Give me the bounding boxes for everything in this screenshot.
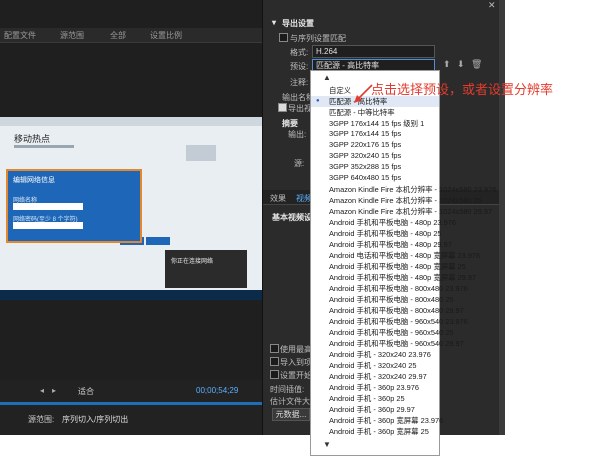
- start-time-checkbox[interactable]: [270, 370, 279, 379]
- match-sequence-checkbox[interactable]: [279, 33, 288, 42]
- fit-select[interactable]: 适合: [78, 386, 94, 397]
- format-select[interactable]: H.264: [312, 45, 435, 58]
- cancel-button-bg: [146, 237, 170, 245]
- toolbar-item[interactable]: 设置比例: [150, 30, 182, 41]
- preset-option[interactable]: 3GPP 352x288 15 fps: [329, 162, 401, 171]
- preset-option[interactable]: Android 手机 - 320x240 29.97: [329, 371, 427, 382]
- preset-option[interactable]: Android 电话和平板电脑 - 480p 宽屏幕 23.976: [329, 250, 480, 261]
- output-summary-label: 输出:: [288, 130, 307, 139]
- basic-video-heading: 基本视频设: [272, 213, 312, 222]
- preset-option[interactable]: Android 手机和平板电脑 - 800x480 23.976: [329, 283, 468, 294]
- import-preset-icon[interactable]: ⬇: [457, 59, 465, 70]
- preset-option[interactable]: 3GPP 320x240 15 fps: [329, 151, 401, 160]
- taskbar: [0, 290, 262, 300]
- scroll-down-icon[interactable]: ▼: [323, 440, 331, 449]
- toolbar-item[interactable]: 源范围: [60, 30, 84, 41]
- preset-option[interactable]: Android 手机 - 320x240 23.976: [329, 349, 431, 360]
- preset-option[interactable]: Android 手机 - 360p 25: [329, 393, 405, 404]
- comments-label: 注释:: [290, 78, 309, 87]
- preview-toolbar: 配置文件 源范围 全部 设置比例: [0, 28, 262, 43]
- preset-option[interactable]: Android 手机和平板电脑 - 480p 29.97: [329, 239, 452, 250]
- preview-page-title: 移动热点: [14, 134, 51, 144]
- network-password-input[interactable]: [13, 222, 83, 229]
- toolbar-item[interactable]: 配置文件: [4, 30, 36, 41]
- preset-option[interactable]: Android 手机和平板电脑 - 960x540 25: [329, 327, 453, 338]
- tab-effects[interactable]: 效果: [270, 193, 286, 204]
- save-preset-icon[interactable]: ⬆: [443, 59, 451, 70]
- export-settings-heading: 导出设置: [282, 19, 314, 28]
- max-render-checkbox[interactable]: [270, 344, 279, 353]
- preset-option[interactable]: Android 手机和平板电脑 - 960x540 29.97: [329, 338, 464, 349]
- preset-option[interactable]: Android 手机 - 320x240 25: [329, 360, 417, 371]
- timeline-bar[interactable]: [0, 402, 262, 405]
- preset-option[interactable]: Android 手机 - 360p 宽屏幕 25: [329, 426, 429, 437]
- source-summary-label: 源:: [294, 159, 305, 168]
- source-range-select[interactable]: 序列切入/序列切出: [62, 414, 128, 425]
- import-project-checkbox[interactable]: [270, 357, 279, 366]
- match-sequence-label: 与序列设置匹配: [290, 34, 346, 43]
- preset-option[interactable]: 3GPP 176x144 15 fps 级别 1: [329, 118, 424, 129]
- close-icon[interactable]: ✕: [488, 0, 498, 10]
- preset-option[interactable]: Android 手机和平板电脑 - 480p 宽屏幕 25: [329, 261, 466, 272]
- scroll-up-icon[interactable]: ▲: [323, 73, 331, 82]
- collapse-arrow-icon[interactable]: ▾: [272, 18, 276, 27]
- delete-preset-icon[interactable]: 🗑: [471, 59, 482, 70]
- preset-option[interactable]: 3GPP 176x144 15 fps: [329, 129, 401, 138]
- preset-option[interactable]: Android 手机和平板电脑 - 800x480 25: [329, 294, 453, 305]
- format-label: 格式:: [290, 48, 309, 57]
- metadata-button[interactable]: 元数据...: [272, 408, 310, 421]
- preset-option[interactable]: 3GPP 640x480 15 fps: [329, 173, 401, 182]
- preset-option[interactable]: 自定义: [329, 85, 351, 96]
- annotation-text: 点击选择预设，或者设置分辨率: [371, 82, 554, 97]
- next-marker-icon[interactable]: ▸: [52, 386, 56, 395]
- export-video-checkbox[interactable]: [278, 103, 287, 112]
- scrollbar[interactable]: [499, 0, 505, 435]
- time-interpolation-label: 时间插值:: [270, 385, 305, 394]
- dialog-title: 编辑网络信息: [13, 177, 55, 184]
- preset-option[interactable]: Amazon Kindle Fire 本机分辨率 - 1024x580 25: [329, 195, 482, 206]
- preset-label: 预设:: [290, 62, 309, 71]
- source-range-label: 源范围:: [28, 415, 55, 424]
- prev-marker-icon[interactable]: ◂: [40, 386, 44, 395]
- annotation-arrow: [354, 84, 373, 103]
- preset-option[interactable]: Amazon Kindle Fire 本机分辨率 - 1024x580 29.9…: [329, 206, 492, 217]
- edit-network-dialog: 编辑网络信息 网络名称 网络密码(至少 8 个字符): [6, 169, 142, 243]
- preset-option[interactable]: Android 手机和平板电脑 - 480p 23.976: [329, 217, 456, 228]
- preset-option[interactable]: Android 手机和平板电脑 - 480p 25: [329, 228, 442, 239]
- preset-option[interactable]: 3GPP 220x176 15 fps: [329, 140, 401, 149]
- preset-option[interactable]: Android 手机 - 360p 宽屏幕 23.976: [329, 415, 443, 426]
- timecode: 00;00;54;29: [196, 386, 239, 395]
- preset-dropdown-list: ▲ ● ▼ 自定义 匹配源 - 高比特率 匹配源 - 中等比特率 3GPP 176x1…: [310, 70, 496, 456]
- preset-option[interactable]: Android 手机和平板电脑 - 800x480 29.97: [329, 305, 464, 316]
- preset-option[interactable]: Android 手机和平板电脑 - 480p 宽屏幕 29.97: [329, 272, 476, 283]
- selected-bullet-icon: ●: [316, 98, 320, 104]
- preview-header-bar: [0, 117, 262, 126]
- preset-option[interactable]: Android 手机和平板电脑 - 960x540 23.976: [329, 316, 468, 327]
- summary-heading: 摘要: [282, 119, 298, 128]
- side-panel: [186, 145, 216, 161]
- notification-title: 你正在连接网络: [171, 259, 214, 265]
- preset-option[interactable]: 匹配源 - 中等比特率: [329, 107, 395, 118]
- preset-option[interactable]: Amazon Kindle Fire 本机分辨率 - 1024x580 23.9…: [329, 184, 496, 195]
- network-name-input[interactable]: [13, 203, 83, 210]
- preset-option[interactable]: Android 手机 - 360p 29.97: [329, 404, 415, 415]
- preset-option[interactable]: Android 手机 - 360p 23.976: [329, 382, 419, 393]
- timeline-area: 适合 ◂ ▸ 00;00;54;29 源范围: 序列切入/序列切出: [0, 380, 262, 435]
- windows-notification: 你正在连接网络: [165, 250, 247, 288]
- toolbar-item[interactable]: 全部: [110, 30, 126, 41]
- text-line: [14, 145, 74, 148]
